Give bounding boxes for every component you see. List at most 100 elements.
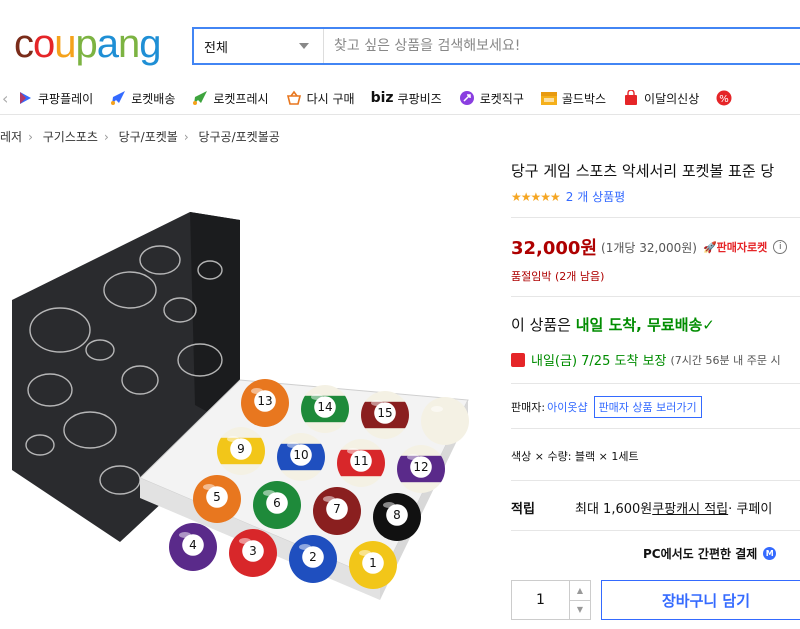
nav-item-gold-box[interactable]: 골드박스: [540, 89, 606, 107]
ball-number: 6: [273, 496, 281, 510]
billiard-ball: 12: [397, 445, 445, 493]
delivery-prefix: 이 상품은: [511, 316, 576, 334]
basket-icon: [285, 89, 303, 107]
ball-number: 15: [377, 406, 392, 420]
divider: [511, 428, 800, 429]
product-image[interactable]: 13 14 15 9 10 11 12 5 6 7 8 4 3 2 1: [0, 180, 490, 620]
billiard-ball: 3: [229, 529, 277, 577]
billiard-ball: [421, 397, 469, 445]
chevron-right-icon: ›: [103, 130, 109, 144]
chevron-down-icon: [299, 43, 309, 49]
gold-box-icon: [540, 89, 558, 107]
ball-number: 13: [257, 394, 272, 408]
breadcrumb: 레저 › 구기스포츠 › 당구/포켓볼 › 당구공/포켓볼공: [0, 128, 280, 145]
nav-item-rocket-direct[interactable]: 로켓직구: [458, 89, 524, 107]
stock-notice: 품절임박 (2개 남음): [511, 270, 605, 283]
logo-letter: o: [33, 22, 55, 66]
arrival-note: (7시간 56분 내 주문 시: [670, 353, 781, 367]
reward-row: 적립 최대 1,600원 쿠팡캐시 적립 · 쿠페이: [511, 498, 772, 517]
ball-number: 10: [293, 448, 308, 462]
nav-item-rocket-delivery[interactable]: 로켓배송: [109, 89, 175, 107]
divider: [511, 296, 800, 297]
coupay-m-icon: M: [763, 547, 777, 560]
svg-text:%: %: [719, 94, 729, 105]
quantity-value[interactable]: 1: [512, 581, 569, 619]
divider: [511, 383, 800, 384]
nav-item-rocket-fresh[interactable]: 로켓프레시: [191, 89, 269, 107]
breadcrumb-item[interactable]: 당구/포켓볼: [119, 130, 178, 144]
chevron-right-icon: ›: [183, 130, 189, 144]
increment-icon[interactable]: ▲: [570, 581, 590, 601]
divider: [511, 217, 800, 218]
ball-number: 1: [369, 556, 377, 570]
nav-item-label: 골드박스: [561, 91, 607, 106]
coupang-cash-link[interactable]: 쿠팡캐시 적립: [652, 498, 728, 517]
rocket-fresh-icon: [191, 89, 209, 107]
nav-item-new-arrivals[interactable]: 이달의신상: [622, 89, 699, 107]
billiard-ball: 15: [361, 391, 409, 439]
nav-item-buy-again[interactable]: 다시 구매: [285, 89, 355, 107]
nav-item-discount[interactable]: %: [715, 89, 737, 107]
star-rating-icon: ★★★★★: [511, 189, 561, 204]
quantity-stepper[interactable]: 1 ▲ ▼: [511, 580, 591, 620]
ball-number: 8: [393, 508, 401, 522]
nav-item-label: 이달의신상: [644, 91, 700, 106]
rocket-direct-icon: [458, 89, 476, 107]
billiard-ball: 13: [241, 379, 289, 427]
unit-price: (1개당 32,000원): [601, 240, 697, 255]
logo-letter: p: [75, 22, 98, 66]
calendar-icon: [511, 352, 525, 367]
billiard-ball: 7: [313, 487, 361, 535]
billiard-ball: 5: [193, 475, 241, 523]
delivery-summary: 이 상품은 내일 도착, 무료배송✓: [511, 314, 715, 335]
ball-number: 12: [413, 460, 428, 474]
nav-item-coupang-play[interactable]: 쿠팡플레이: [16, 89, 93, 107]
review-count-link[interactable]: 2 개 상품평: [566, 188, 625, 205]
seller-products-button[interactable]: 판매자 상품 보러가기: [593, 396, 702, 418]
sale-price: 32,000원: [511, 238, 598, 259]
option-summary: 색상 × 수량: 블랙 × 1세트: [511, 450, 639, 463]
ball-number: 4: [189, 538, 197, 552]
delivery-highlight: 내일 도착, 무료배송: [575, 316, 703, 334]
seller-info: 판매자: 아이옷샵 판매자 상품 보러가기: [511, 396, 702, 418]
search-bar: 전체: [192, 27, 800, 65]
chevron-right-icon: ›: [28, 130, 33, 144]
arrival-guarantee: 내일(금) 7/25 도착 보장 (7시간 56분 내 주문 시: [511, 350, 781, 369]
ball-number: 7: [333, 502, 341, 516]
reward-suffix: · 쿠페이: [728, 502, 773, 517]
chevron-left-icon[interactable]: ‹: [0, 89, 16, 108]
search-category-select[interactable]: 전체: [194, 29, 324, 63]
nav-item-label: 로켓직구: [479, 91, 524, 106]
breadcrumb-item[interactable]: 레저: [0, 130, 22, 144]
ball-number: 2: [309, 550, 317, 564]
product-title: 당구 게임 스포츠 악세서리 포켓볼 표준 당: [511, 162, 775, 180]
ball-number: 9: [237, 442, 245, 456]
product-rating[interactable]: ★★★★★ 2 개 상품평: [511, 188, 625, 205]
nav-item-label: 쿠팡비즈: [397, 91, 442, 106]
pc-pay-note: PC에서도 간편한 결제 M: [643, 545, 777, 562]
logo-letter: n: [118, 22, 140, 66]
arrival-date: 내일(금) 7/25 도착 보장: [531, 354, 667, 369]
divider: [511, 530, 800, 531]
add-to-cart-button[interactable]: 장바구니 담기: [601, 580, 800, 620]
breadcrumb-item[interactable]: 구기스포츠: [43, 130, 98, 144]
billiard-ball: 14: [301, 385, 349, 433]
info-icon[interactable]: i: [773, 240, 788, 254]
reward-label: 적립: [511, 502, 535, 517]
breadcrumb-item[interactable]: 당구공/포켓볼공: [198, 130, 279, 144]
category-nav: ‹ 쿠팡플레이 로켓배송 로켓프레시 다시 구매 biz 쿠팡비즈 로켓직구 골…: [0, 82, 800, 115]
billiard-ball: 8: [373, 493, 421, 541]
billiard-ball: 6: [253, 481, 301, 529]
new-bag-icon: [622, 89, 640, 107]
coupang-logo[interactable]: coupang: [14, 22, 162, 66]
search-input[interactable]: [324, 28, 800, 64]
rocket-icon: [109, 89, 127, 107]
ball-number: 5: [213, 490, 221, 504]
quantity-step-buttons: ▲ ▼: [569, 581, 590, 619]
seller-name-link[interactable]: 아이옷샵: [547, 399, 587, 415]
nav-item-coupang-biz[interactable]: biz 쿠팡비즈: [371, 90, 442, 107]
decrement-icon[interactable]: ▼: [570, 601, 590, 620]
nav-item-label: 로켓배송: [131, 91, 176, 106]
logo-letter: u: [54, 22, 76, 66]
logo-letter: a: [96, 22, 119, 66]
